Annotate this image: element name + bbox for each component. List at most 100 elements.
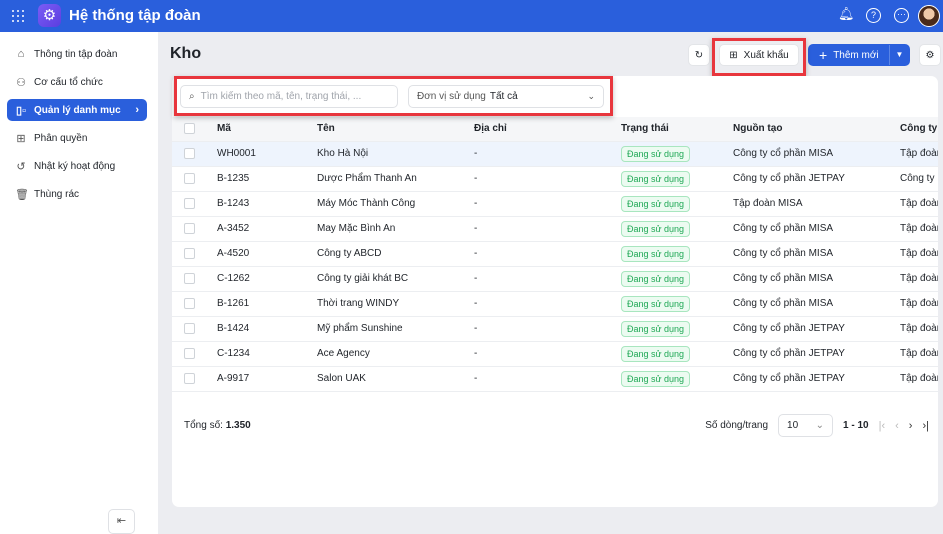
sidebar-item-group-info[interactable]: ⌂ Thông tin tập đoàn [7,43,147,65]
cell-code: A-4520 [205,241,317,267]
highlight-filters [174,76,613,116]
table-row[interactable]: C-1262 Công ty giải khát BC - Đang sử dụng C… [172,266,938,292]
plus-icon: + [819,47,828,63]
more-icon[interactable]: ··· [894,8,909,23]
add-new-button[interactable]: + Thêm mới ▼ [808,44,910,66]
status-badge: Đang sử dụng [621,320,691,337]
collapse-sidebar-button[interactable]: ⇤ [108,509,135,534]
row-checkbox[interactable] [184,222,195,234]
first-page-icon[interactable]: |‹ [879,420,886,432]
col-name[interactable]: Tên [317,117,474,142]
settings-button[interactable]: ⚙ [919,44,941,66]
top-bar: ⚙ Hệ thống tập đoàn 🔔︎ ? ··· [0,0,943,32]
table-row[interactable]: A-4520 Công ty ABCD - Đang sử dụng Công ty c… [172,241,938,267]
cell-address: - [474,241,621,267]
sidebar-item-label: Nhật ký hoạt động [34,160,116,172]
select-all-checkbox[interactable] [184,123,195,135]
row-checkbox[interactable] [184,197,195,209]
cell-address: - [474,166,621,192]
sidebar-item-permissions[interactable]: ⊞ Phân quyền [7,127,147,149]
cell-name: Ace Agency [317,341,474,367]
status-badge: Đang sử dụng [621,295,691,312]
sidebar: ⌂ Thông tin tập đoàn ⚇ Cơ cấu tổ chức ▯▫ Qu… [0,32,158,534]
cell-address: - [474,316,621,342]
cell-code: A-3452 [205,216,317,242]
refresh-button[interactable]: ↻ [688,44,710,66]
table-row[interactable]: B-1261 Thời trang WINDY - Đang sử dụng Công … [172,291,938,317]
sidebar-item-label: Quản lý danh mục [34,104,121,116]
row-checkbox[interactable] [184,247,195,259]
row-checkbox[interactable] [184,297,195,309]
cell-code: WH0001 [205,141,317,167]
gear-icon: ⚙ [925,49,935,61]
table-footer: Tổng số: 1.350 Số dòng/trang 10 ⌄ 1 - 10 … [184,414,929,437]
row-checkbox[interactable] [184,147,195,159]
cell-company: Tập đoàn [900,241,938,267]
table-row[interactable]: B-1243 Máy Móc Thành Công - Đang sử dụng Tập… [172,191,938,217]
permission-icon: ⊞ [16,132,26,145]
cell-source: Công ty cổ phần JETPAY [733,166,900,192]
col-company[interactable]: Công ty [900,117,938,142]
col-code[interactable]: Mã [205,117,317,142]
row-checkbox[interactable] [184,322,195,334]
table-row[interactable]: C-1234 Ace Agency - Đang sử dụng Công ty cổ … [172,341,938,367]
trash-icon: 🗑︎ [15,188,29,201]
next-page-icon[interactable]: › [909,420,913,432]
cell-company: Tập đoàn [900,316,938,342]
cell-name: Kho Hà Nội [317,141,474,167]
bell-icon[interactable]: 🔔︎ [838,7,855,23]
warehouse-card: ⌕ Tìm kiếm theo mã, tên, trạng thái, ... … [172,76,938,507]
apps-grid-icon[interactable] [12,10,24,22]
row-checkbox[interactable] [184,347,195,359]
page-range: 1 - 10 [843,420,869,431]
table-row[interactable]: WH0001 Kho Hà Nội - Đang sử dụng Công ty cổ … [172,141,938,167]
cell-code: B-1235 [205,166,317,192]
cell-company: Tập đoàn [900,291,938,317]
col-status[interactable]: Trạng thái [621,117,733,142]
home-icon: ⌂ [17,48,25,60]
sidebar-item-catalog[interactable]: ▯▫ Quản lý danh mục › [7,99,147,121]
row-checkbox[interactable] [184,272,195,284]
status-badge: Đang sử dụng [621,345,691,362]
cell-address: - [474,291,621,317]
cell-company: Tập đoàn [900,191,938,217]
cell-code: B-1424 [205,316,317,342]
collapse-icon: ⇤ [116,515,127,527]
cell-address: - [474,266,621,292]
last-page-icon[interactable]: ›| [922,420,929,432]
sidebar-item-trash[interactable]: 🗑︎ Thùng rác [7,183,147,205]
cell-company: Tập đoàn [900,266,938,292]
status-badge: Đang sử dụng [621,170,691,187]
table-row[interactable]: A-3452 May Mặc Bình An - Đang sử dụng Công t… [172,216,938,242]
cell-code: B-1261 [205,291,317,317]
cell-source: Công ty cổ phần JETPAY [733,316,900,342]
total-value: 1.350 [225,420,251,431]
cell-source: Công ty cổ phần MISA [733,216,900,242]
page-size-select[interactable]: 10 ⌄ [778,414,834,437]
cell-name: Máy Móc Thành Công [317,191,474,217]
app-title: Hệ thống tập đoàn [69,7,201,24]
sidebar-item-org-structure[interactable]: ⚇ Cơ cấu tổ chức [7,71,147,93]
cell-source: Công ty cổ phần MISA [733,291,900,317]
col-source[interactable]: Nguồn tạo [733,117,900,142]
cell-source: Công ty cổ phần JETPAY [733,341,900,367]
prev-page-icon[interactable]: ‹ [895,420,899,432]
status-badge: Đang sử dụng [621,370,691,387]
table-row[interactable]: B-1235 Dược Phẩm Thanh An - Đang sử dụng Côn… [172,166,938,192]
table-row[interactable]: B-1424 Mỹ phẩm Sunshine - Đang sử dụng Công … [172,316,938,342]
cell-company: Tập đoàn [900,216,938,242]
col-address[interactable]: Địa chỉ [474,117,621,142]
help-icon[interactable]: ? [866,8,881,23]
avatar[interactable] [918,5,940,27]
row-checkbox[interactable] [184,172,195,184]
page-title: Kho [170,45,202,62]
cell-address: - [474,366,621,392]
row-checkbox[interactable] [184,372,195,384]
chevron-down-icon: ⌄ [815,420,825,431]
table-row[interactable]: A-9917 Salon UAK - Đang sử dụng Công ty cổ p… [172,366,938,392]
add-dropdown-chevron-icon[interactable]: ▼ [889,45,909,65]
cell-company: Tập đoàn [900,341,938,367]
sidebar-item-label: Phân quyền [34,132,88,144]
sidebar-item-activity-log[interactable]: ↺ Nhật ký hoạt động [7,155,147,177]
total-label: Tổng số: [184,420,223,431]
